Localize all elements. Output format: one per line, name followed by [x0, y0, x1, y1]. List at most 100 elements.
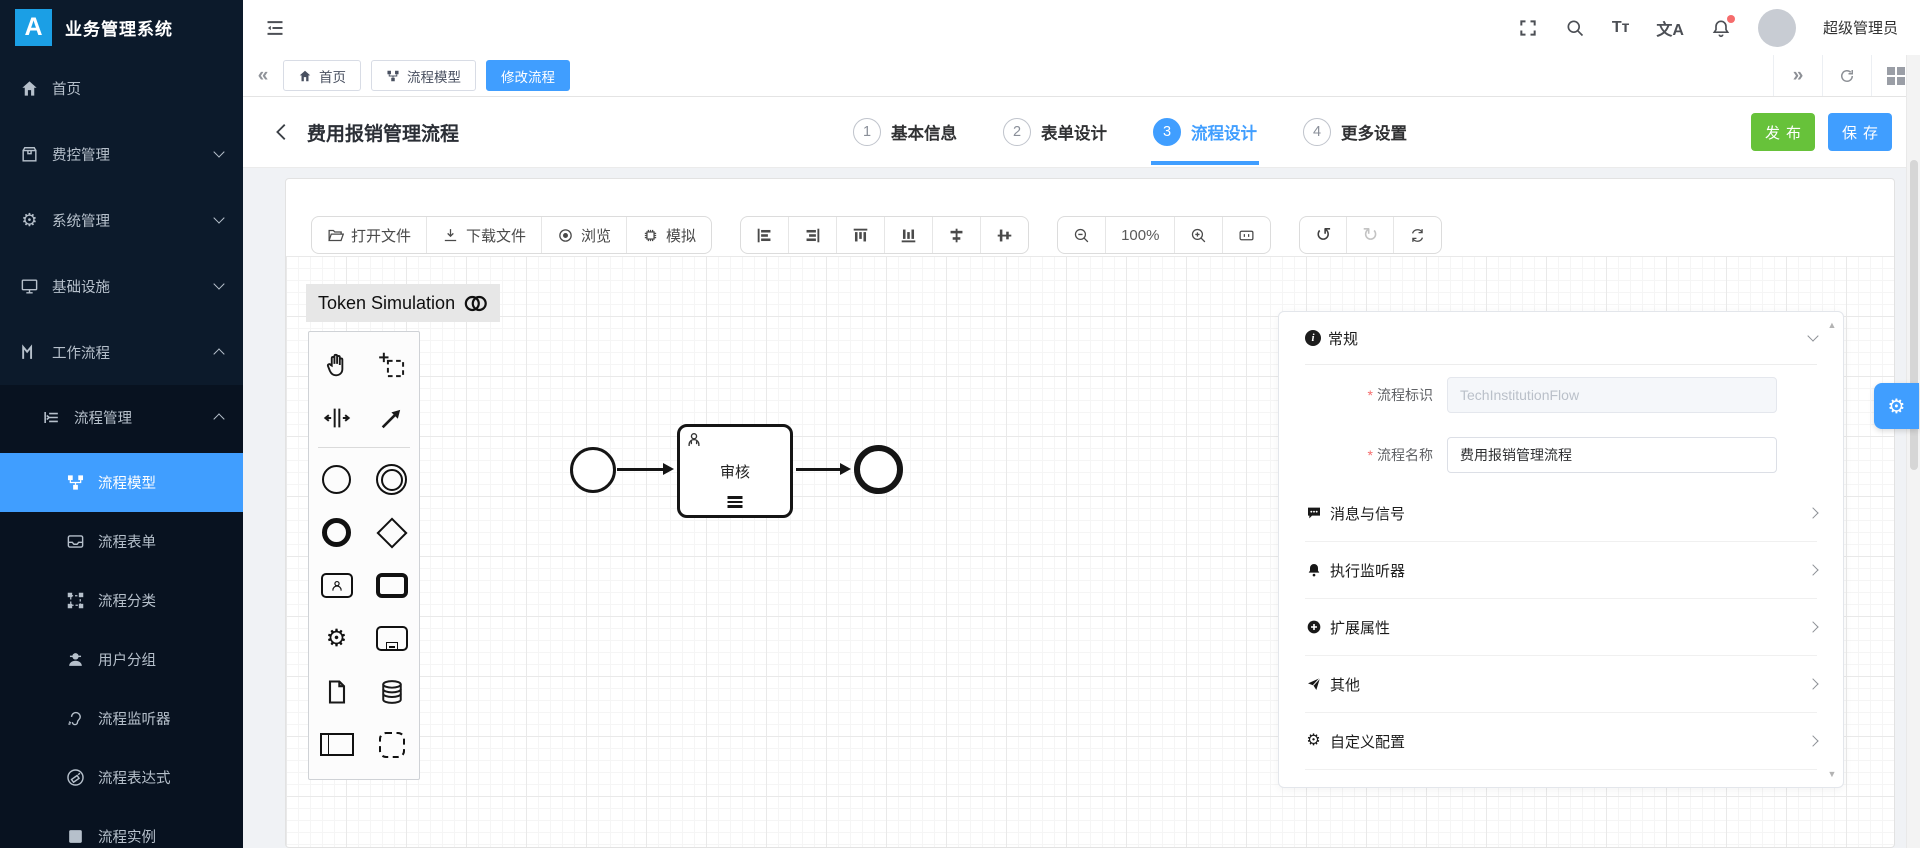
align-left-button[interactable]: [741, 217, 788, 253]
refresh-icon[interactable]: [1822, 55, 1871, 96]
tab-home[interactable]: 首页: [283, 60, 361, 91]
align-center-vertical-button[interactable]: [980, 217, 1028, 253]
create-subprocess[interactable]: [364, 612, 419, 665]
hand-tool[interactable]: [309, 338, 364, 391]
create-participant[interactable]: [309, 718, 364, 771]
step-more-settings[interactable]: 4 更多设置: [1303, 118, 1407, 146]
section-custom-config[interactable]: ⚙ 自定义配置: [1305, 713, 1819, 770]
notification-dot: [1726, 14, 1735, 23]
align-right-button[interactable]: [788, 217, 836, 253]
zoom-in-button[interactable]: [1174, 217, 1222, 253]
step-basic-info[interactable]: 1 基本信息: [853, 118, 957, 146]
field-process-name: 流程名称: [1305, 425, 1817, 485]
back-icon[interactable]: [271, 121, 293, 143]
translate-icon[interactable]: 文A: [1656, 16, 1684, 40]
global-connect-tool[interactable]: [364, 391, 419, 444]
end-event-icon: [322, 518, 351, 547]
tab-process-model[interactable]: 流程模型: [371, 60, 476, 91]
create-start-event[interactable]: [309, 453, 364, 506]
sidebar-item-process-category[interactable]: 流程分类: [0, 571, 243, 630]
download-file-button[interactable]: 下载文件: [426, 217, 541, 253]
settings-fab[interactable]: ⚙: [1874, 383, 1919, 429]
align-top-button[interactable]: [836, 217, 884, 253]
section-messages-signals[interactable]: 消息与信号: [1305, 485, 1819, 542]
restart-button[interactable]: [1393, 217, 1441, 253]
text-size-icon[interactable]: Tт: [1612, 19, 1630, 37]
section-execution-listener[interactable]: 执行监听器: [1305, 542, 1819, 599]
fullscreen-icon[interactable]: [1518, 18, 1538, 38]
undo-button[interactable]: ↺: [1300, 217, 1346, 253]
page-scrollbar[interactable]: [1906, 55, 1920, 848]
align-right-icon: [806, 228, 820, 242]
toggle-icon: [464, 295, 487, 311]
search-icon[interactable]: [1565, 18, 1585, 38]
create-end-event[interactable]: [309, 506, 364, 559]
scroll-down-icon[interactable]: ▼: [1828, 769, 1837, 779]
create-call-activity[interactable]: [364, 559, 419, 612]
avatar[interactable]: [1757, 8, 1796, 47]
sidebar-item-process-model[interactable]: 流程模型: [0, 453, 243, 512]
simulate-button[interactable]: 模拟: [626, 217, 711, 253]
zoom-level: 100%: [1105, 217, 1174, 253]
process-key-input[interactable]: [1447, 377, 1777, 413]
step-number: 2: [1003, 118, 1031, 146]
page-title: 费用报销管理流程: [307, 123, 460, 145]
create-data-store[interactable]: [364, 665, 419, 718]
scroll-tags-right-icon[interactable]: »: [1773, 55, 1822, 96]
create-data-object[interactable]: [309, 665, 364, 718]
create-service-task[interactable]: ⚙: [309, 612, 364, 665]
sidebar-item-infrastructure[interactable]: 基础设施: [0, 253, 243, 319]
sidebar-item-process-form[interactable]: 流程表单: [0, 512, 243, 571]
start-event-shape[interactable]: [570, 447, 616, 493]
step-form-design[interactable]: 2 表单设计: [1003, 118, 1107, 146]
simulate-label: 模拟: [666, 227, 697, 245]
zoom-out-button[interactable]: [1058, 217, 1105, 253]
publish-button[interactable]: 发布: [1750, 113, 1815, 151]
sidebar-item-process-expression[interactable]: 流程表达式: [0, 748, 243, 807]
user-task-shape[interactable]: 审核: [677, 424, 793, 518]
process-name-input[interactable]: [1447, 437, 1777, 473]
tab-edit-process[interactable]: 修改流程: [486, 60, 570, 91]
sequence-flow-1[interactable]: [617, 463, 674, 475]
redo-button[interactable]: ↻: [1346, 217, 1393, 253]
create-gateway[interactable]: [364, 506, 419, 559]
section-other[interactable]: 其他: [1305, 656, 1819, 713]
sidebar-item-user-group[interactable]: 用户分组: [0, 630, 243, 689]
align-center-horizontal-button[interactable]: [932, 217, 980, 253]
step-process-design[interactable]: 3 流程设计: [1151, 118, 1259, 165]
preview-button[interactable]: 浏览: [541, 217, 626, 253]
save-button[interactable]: 保存: [1827, 113, 1892, 151]
section-title: 自定义配置: [1330, 733, 1406, 751]
sidebar-item-workflow[interactable]: 工作流程: [0, 319, 243, 385]
zoom-reset-button[interactable]: [1222, 217, 1270, 253]
create-intermediate-event[interactable]: [364, 453, 419, 506]
open-tabs: 首页 流程模型 修改流程: [283, 60, 570, 91]
lasso-tool[interactable]: [364, 338, 419, 391]
create-group[interactable]: [364, 718, 419, 771]
preview-label: 浏览: [581, 227, 612, 245]
monitor-icon: [20, 277, 39, 296]
sidebar-item-system[interactable]: ⚙ 系统管理: [0, 187, 243, 253]
app-logo-row[interactable]: A 业务管理系统: [0, 0, 243, 55]
scroll-tags-left-icon[interactable]: «: [243, 65, 283, 87]
hamburger-icon[interactable]: [265, 18, 285, 38]
section-extended-properties[interactable]: 扩展属性: [1305, 599, 1819, 656]
participant-icon: [319, 733, 354, 756]
sidebar-item-home[interactable]: 首页: [0, 55, 243, 121]
align-bottom-button[interactable]: [884, 217, 932, 253]
create-user-task[interactable]: [309, 559, 364, 612]
end-event-shape[interactable]: [854, 445, 903, 494]
sequence-flow-2[interactable]: [796, 463, 851, 475]
sidebar-item-process-listener[interactable]: 流程监听器: [0, 689, 243, 748]
scroll-up-icon[interactable]: ▲: [1828, 320, 1837, 330]
gear-icon: ⚙: [1306, 732, 1321, 749]
sidebar-item-process-instance[interactable]: 流程实例: [0, 807, 243, 848]
open-file-button[interactable]: 打开文件: [312, 217, 426, 253]
bell-icon[interactable]: [1711, 14, 1735, 38]
sidebar-item-process-management[interactable]: 流程管理: [0, 385, 243, 449]
sidebar-item-expense[interactable]: 费控管理: [0, 121, 243, 187]
token-simulation-toggle[interactable]: Token Simulation: [306, 284, 501, 322]
panel-scrollbar[interactable]: ▲ ▼: [1825, 316, 1839, 783]
section-general[interactable]: i 常规: [1305, 312, 1819, 365]
space-tool[interactable]: [309, 391, 364, 444]
